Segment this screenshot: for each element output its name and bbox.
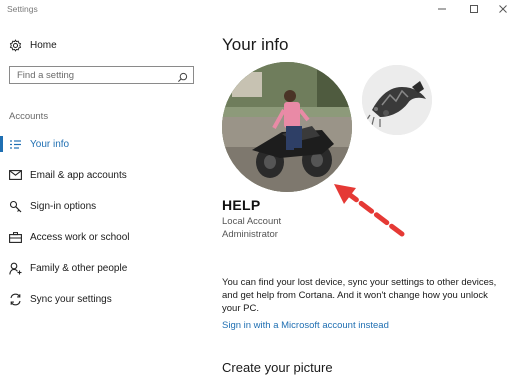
briefcase-icon: [8, 230, 22, 244]
search-input[interactable]: Find a setting: [9, 66, 194, 84]
artwork-image: [362, 65, 432, 135]
microsoft-account-link[interactable]: Sign in with a Microsoft account instead: [222, 320, 389, 331]
person-card-icon: [8, 137, 22, 151]
sidebar-item-label: Sync your settings: [30, 293, 112, 305]
close-button[interactable]: [488, 2, 514, 16]
sidebar-item-email[interactable]: Email & app accounts: [0, 163, 205, 187]
sync-icon: [8, 292, 22, 306]
create-picture-heading: Create your picture: [222, 360, 333, 375]
sidebar-item-sign-in-options[interactable]: Sign-in options: [0, 194, 205, 218]
key-icon: [8, 199, 22, 213]
section-label-accounts: Accounts: [9, 111, 49, 122]
info-description: You can find your lost device, sync your…: [222, 277, 497, 314]
search-icon[interactable]: [177, 70, 188, 88]
home-nav-item[interactable]: Home: [0, 33, 205, 57]
sidebar-item-your-info[interactable]: Your info: [0, 132, 205, 156]
account-role: Administrator: [222, 229, 278, 240]
maximize-icon: [470, 5, 478, 13]
minimize-icon: [438, 8, 446, 10]
sidebar-item-family[interactable]: Family & other people: [0, 256, 205, 280]
sidebar-item-label: Access work or school: [30, 231, 130, 243]
user-photo-image: [222, 62, 352, 192]
red-arrow-annotation: [334, 184, 405, 237]
gear-icon: [8, 38, 22, 52]
person-add-icon: [8, 261, 22, 275]
maximize-button[interactable]: [459, 2, 489, 16]
minimize-button[interactable]: [427, 2, 457, 16]
mail-icon: [8, 168, 22, 182]
home-label: Home: [30, 39, 57, 51]
sidebar-item-label: Family & other people: [30, 262, 128, 274]
user-name: HELP: [222, 197, 261, 213]
window-title: Settings: [7, 4, 38, 14]
close-icon: [499, 5, 507, 13]
sidebar: Home Find a setting Accounts Your info E…: [0, 18, 205, 387]
sidebar-item-label: Sign-in options: [30, 200, 97, 212]
alternate-avatar[interactable]: [362, 65, 432, 135]
account-type: Local Account: [222, 216, 282, 227]
search-placeholder: Find a setting: [17, 70, 75, 81]
sidebar-item-sync[interactable]: Sync your settings: [0, 287, 205, 311]
active-indicator: [0, 136, 3, 152]
sidebar-item-work-school[interactable]: Access work or school: [0, 225, 205, 249]
user-avatar: [222, 62, 352, 192]
title-bar: Settings: [0, 0, 514, 18]
sidebar-item-label: Email & app accounts: [30, 169, 127, 181]
page-title: Your info: [222, 35, 289, 54]
sidebar-item-label: Your info: [30, 138, 70, 150]
